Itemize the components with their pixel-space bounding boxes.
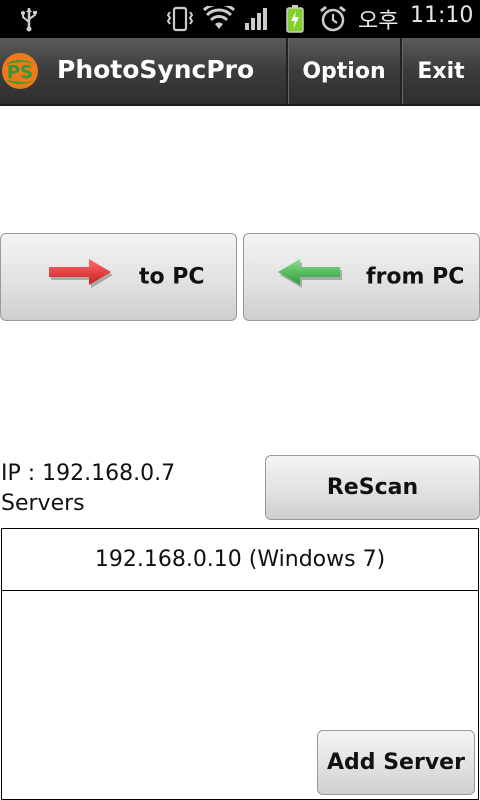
- from-pc-label: from PC: [366, 264, 465, 290]
- rescan-label: ReScan: [326, 475, 419, 500]
- usb-icon: [16, 6, 42, 32]
- alarm-icon: [318, 5, 348, 32]
- green-arrow-left-icon: [274, 256, 344, 294]
- to-pc-label: to PC: [139, 264, 205, 290]
- app-title: PhotoSyncPro: [57, 55, 255, 84]
- app-logo-icon: PS: [0, 50, 42, 92]
- signal-icon: [243, 6, 271, 32]
- server-label: 192.168.0.10 (Windows 7): [94, 547, 386, 572]
- svg-text:PS: PS: [7, 62, 33, 83]
- action-bar: PS PhotoSyncPro Option Exit: [0, 38, 480, 106]
- option-label: Option: [302, 58, 386, 84]
- status-ampm: 오후: [358, 9, 399, 34]
- option-button[interactable]: Option: [286, 38, 400, 104]
- add-server-label: Add Server: [327, 750, 465, 775]
- battery-charging-icon: [284, 5, 306, 33]
- status-bar: 오후 11:10: [0, 0, 480, 38]
- add-server-button[interactable]: Add Server: [317, 730, 475, 795]
- to-pc-button[interactable]: to PC: [0, 233, 237, 321]
- wifi-icon: [202, 6, 236, 32]
- exit-button[interactable]: Exit: [400, 38, 480, 104]
- from-pc-button[interactable]: from PC: [243, 233, 480, 321]
- status-time: 11:10: [410, 3, 474, 28]
- vibrate-icon: [165, 6, 195, 32]
- list-item[interactable]: 192.168.0.10 (Windows 7): [2, 529, 478, 591]
- servers-label: Servers: [1, 491, 85, 516]
- ip-address-text: IP : 192.168.0.7: [1, 461, 176, 486]
- rescan-button[interactable]: ReScan: [265, 455, 480, 520]
- red-arrow-right-icon: [45, 256, 115, 294]
- exit-label: Exit: [417, 58, 465, 84]
